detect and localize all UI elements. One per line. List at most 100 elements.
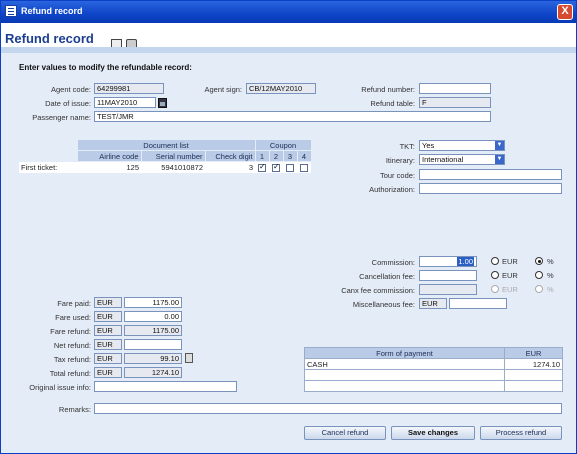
page-title: Refund record: [5, 31, 94, 46]
table-row[interactable]: [304, 380, 563, 392]
coupon-header: Coupon: [254, 139, 312, 151]
row-label: First ticket:: [19, 161, 77, 173]
agent-code-field: 64299981: [94, 83, 164, 94]
canx-eur-radio: [491, 285, 499, 293]
date-of-issue-field[interactable]: 11MAY2010: [94, 97, 156, 108]
original-issue-info-label: Original issue info:: [29, 383, 91, 392]
fare-paid-currency: EUR: [94, 297, 122, 308]
tax-refund-label: Tax refund:: [53, 355, 91, 364]
airline-code-cell: 125: [77, 161, 141, 173]
date-of-issue-label: Date of issue:: [45, 99, 91, 108]
window-title: Refund record: [21, 6, 83, 16]
col-coupon-2: 2: [268, 150, 284, 162]
payment-form-cell[interactable]: CASH: [304, 358, 505, 370]
close-icon[interactable]: X: [557, 4, 573, 20]
tax-details-icon[interactable]: [185, 353, 193, 363]
passenger-name-label: Passenger name:: [32, 113, 91, 122]
agent-sign-field: CB/12MAY2010: [246, 83, 316, 94]
tour-code-field[interactable]: [419, 169, 562, 180]
commission-eur-label: EUR: [502, 257, 518, 266]
tour-code-label: Tour code:: [379, 171, 415, 180]
col-coupon-3: 3: [282, 150, 298, 162]
fare-used-field[interactable]: 0.00: [124, 311, 182, 322]
misc-fee-field[interactable]: [449, 298, 507, 309]
table-row[interactable]: CASH 1274.10: [304, 358, 563, 370]
col-airline-code: Airline code: [76, 150, 142, 162]
check-digit-cell: 3: [205, 161, 255, 173]
chevron-down-icon: ▼: [495, 141, 504, 150]
refund-record-window: Refund record X Refund record Enter valu…: [0, 0, 577, 454]
table-row[interactable]: [304, 369, 563, 381]
total-refund-currency: EUR: [94, 367, 122, 378]
refund-form: Enter values to modify the refundable re…: [1, 53, 576, 453]
tkt-select[interactable]: Yes ▼: [419, 140, 505, 151]
net-refund-label: Net refund:: [53, 341, 91, 350]
net-refund-field[interactable]: [124, 339, 182, 350]
instructions-text: Enter values to modify the refundable re…: [19, 63, 192, 72]
fare-used-currency: EUR: [94, 311, 122, 322]
cancel-refund-button[interactable]: Cancel refund: [304, 426, 386, 440]
cancellation-fee-field[interactable]: [419, 270, 477, 281]
save-changes-button[interactable]: Save changes: [391, 426, 475, 440]
itinerary-value: International: [422, 155, 464, 164]
fare-used-label: Fare used:: [55, 313, 91, 322]
misc-fee-currency: EUR: [419, 298, 447, 309]
payment-amount-cell[interactable]: [504, 369, 563, 381]
cancellation-eur-radio[interactable]: [491, 271, 499, 279]
coupon-2-checkbox[interactable]: [272, 162, 280, 172]
tkt-label: TKT:: [399, 142, 415, 151]
itinerary-label: Itinerary:: [385, 156, 415, 165]
refund-number-label: Refund number:: [361, 85, 415, 94]
authorization-label: Authorization:: [369, 185, 415, 194]
fare-refund-currency: EUR: [94, 325, 122, 336]
process-refund-button[interactable]: Process refund: [480, 426, 562, 440]
passenger-name-field[interactable]: TEST/JMR: [94, 111, 491, 122]
coupon-3-checkbox[interactable]: [286, 163, 294, 172]
document-list-header: Document list: [76, 139, 256, 151]
cancellation-percent-radio[interactable]: [535, 271, 543, 279]
remarks-label: Remarks:: [58, 405, 91, 414]
fare-paid-field[interactable]: 1175.00: [124, 297, 182, 308]
col-check-digit: Check digit: [204, 150, 256, 162]
commission-label: Commission:: [371, 258, 415, 267]
fare-paid-label: Fare paid:: [57, 299, 91, 308]
form-of-payment-table: Form of payment EUR CASH 1274.10: [304, 347, 563, 392]
authorization-field[interactable]: [419, 183, 562, 194]
tax-refund-currency: EUR: [94, 353, 122, 364]
col-coupon-1: 1: [254, 150, 270, 162]
serial-number-cell: 5941010872: [141, 161, 205, 173]
remarks-field[interactable]: [94, 403, 562, 414]
document-list-table: Document list Coupon Airline code Serial…: [19, 139, 312, 173]
commission-percent-label: %: [547, 257, 554, 266]
commission-value: 1.00: [457, 257, 474, 266]
refund-table-label: Refund table:: [370, 99, 415, 108]
payment-amount-cell[interactable]: 1274.10: [504, 358, 563, 370]
col-serial-number: Serial number: [140, 150, 206, 162]
commission-percent-radio[interactable]: [535, 257, 543, 265]
misc-fee-label: Miscellaneous fee:: [352, 300, 415, 309]
currency-header: EUR: [504, 347, 563, 359]
commission-eur-radio[interactable]: [491, 257, 499, 265]
coupon-1-checkbox[interactable]: [258, 162, 266, 172]
payment-form-cell[interactable]: [304, 380, 505, 392]
payment-form-cell[interactable]: [304, 369, 505, 381]
total-refund-field: 1274.10: [124, 367, 182, 378]
canx-percent-radio: [535, 285, 543, 293]
commission-field[interactable]: 1.00: [419, 256, 477, 267]
col-coupon-4: 4: [296, 150, 312, 162]
total-refund-label: Total refund:: [49, 369, 91, 378]
payment-amount-cell[interactable]: [504, 380, 563, 392]
agent-sign-label: Agent sign:: [204, 85, 242, 94]
calendar-icon[interactable]: [158, 98, 167, 108]
itinerary-select[interactable]: International ▼: [419, 154, 505, 165]
table-row: First ticket: 125 5941010872 3: [19, 161, 311, 173]
original-issue-info-field[interactable]: [94, 381, 237, 392]
fare-refund-field: 1175.00: [124, 325, 182, 336]
coupon-4-checkbox[interactable]: [300, 163, 308, 172]
cancellation-percent-label: %: [547, 271, 554, 280]
refund-table-field: F: [419, 97, 491, 108]
net-refund-currency: EUR: [94, 339, 122, 350]
cancellation-eur-label: EUR: [502, 271, 518, 280]
refund-number-field[interactable]: [419, 83, 491, 94]
tax-refund-field: 99.10: [124, 353, 182, 364]
